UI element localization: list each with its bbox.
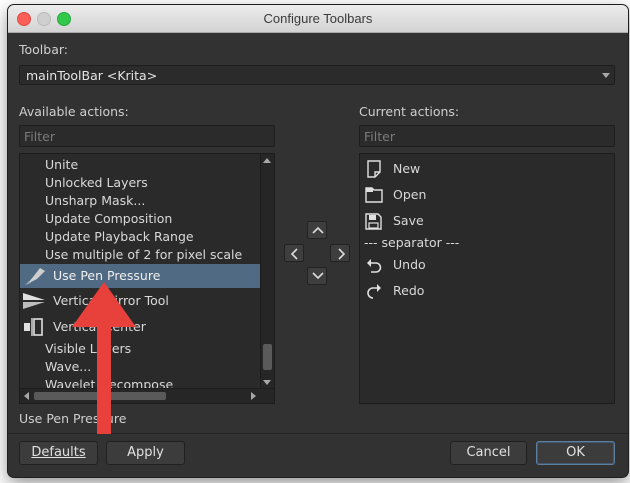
annotation-arrow-icon bbox=[72, 282, 136, 434]
